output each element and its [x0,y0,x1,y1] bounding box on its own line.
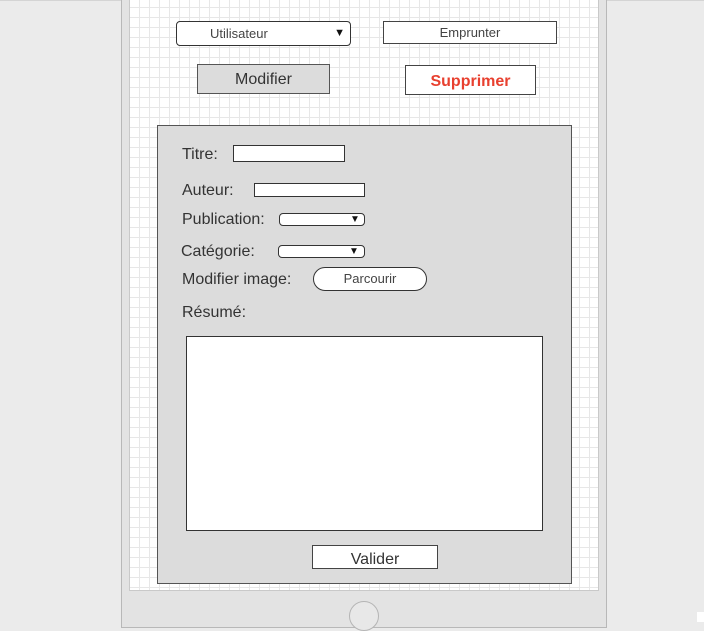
user-select-value: Utilisateur [210,26,268,41]
author-label: Auteur: [182,182,234,199]
summary-textarea[interactable] [186,336,543,531]
category-select[interactable]: ▼ [278,245,365,258]
delete-button[interactable]: Supprimer [405,65,536,95]
publication-select[interactable]: ▼ [279,213,365,226]
modify-button[interactable]: Modifier [197,64,330,94]
browse-button[interactable]: Parcourir [313,267,427,291]
chevron-down-icon: ▼ [349,246,359,257]
corner-mark [697,612,704,622]
chevron-down-icon: ▼ [334,27,345,39]
home-button[interactable] [349,601,379,631]
title-input[interactable] [233,145,345,162]
chevron-down-icon: ▼ [350,214,360,225]
borrow-button[interactable]: Emprunter [383,21,557,44]
summary-label: Résumé: [182,304,247,321]
author-input[interactable] [254,183,365,197]
submit-button[interactable]: Valider [312,545,438,569]
category-label: Catégorie: [181,243,255,260]
user-select[interactable]: Utilisateur ▼ [176,21,351,46]
publication-label: Publication: [182,211,265,228]
image-label: Modifier image: [182,271,292,288]
title-label: Titre: [182,146,218,163]
